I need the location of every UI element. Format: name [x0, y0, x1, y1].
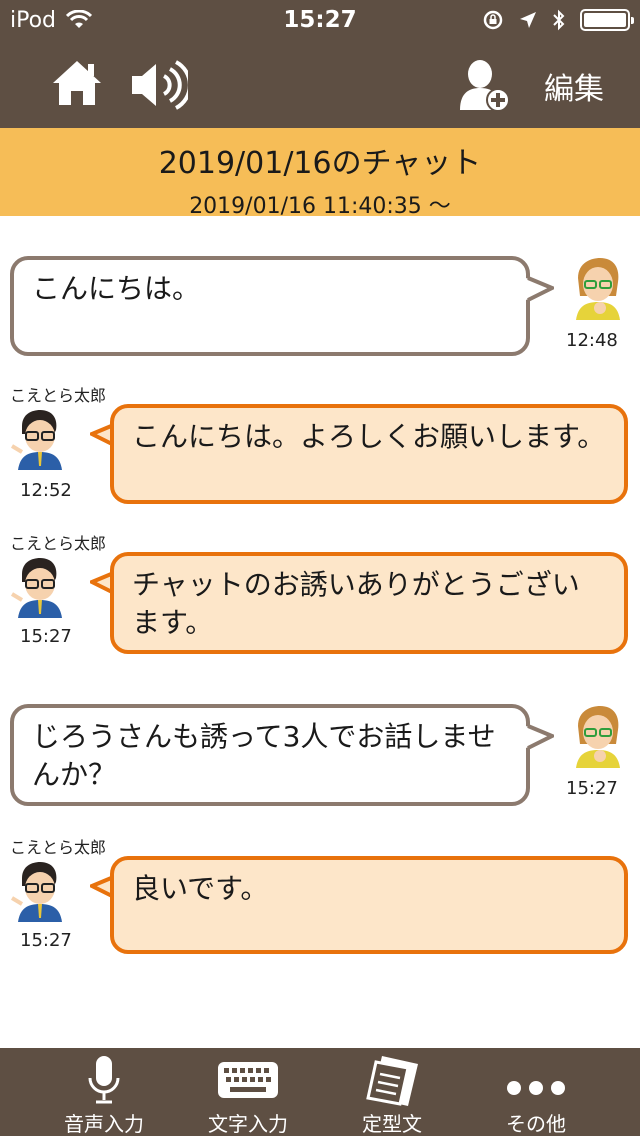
tab-more[interactable]: その他	[466, 1048, 606, 1136]
message-time: 12:48	[566, 330, 618, 351]
location-arrow-icon	[520, 12, 536, 28]
sender-avatar-icon	[10, 410, 62, 470]
message-bubble: 良いです。	[110, 856, 628, 954]
battery-icon	[580, 9, 634, 31]
rotation-lock-icon	[483, 10, 503, 30]
microphone-icon	[88, 1056, 120, 1104]
tab-text-input[interactable]: 文字入力	[178, 1048, 318, 1136]
message-bubble: チャットのお誘いありがとうございます。	[110, 552, 628, 654]
edit-button[interactable]: 編集	[544, 64, 604, 108]
my-avatar-icon	[576, 258, 620, 320]
more-dots-icon	[507, 1081, 565, 1095]
bottom-toolbar: 音声入力 文字入力 定型文 その他	[0, 1048, 640, 1136]
tab-voice-input[interactable]: 音声入力	[34, 1048, 174, 1136]
chat-title: 2019/01/16のチャット	[158, 146, 482, 181]
message-time: 15:27	[566, 778, 618, 799]
sender-avatar-icon	[10, 862, 62, 922]
message-time: 15:27	[20, 930, 72, 951]
message-bubble: こんにちは。	[10, 256, 530, 356]
template-document-icon	[366, 1056, 418, 1106]
sender-name: こえとら太郎	[10, 386, 107, 405]
sender-avatar-icon	[10, 558, 62, 618]
nav-bar: 編集	[0, 40, 640, 128]
sender-name: こえとら太郎	[10, 838, 107, 857]
message-time: 15:27	[20, 626, 72, 647]
chat-screen: iPod 15:27 編集 2019/01/16のチャット 2019/01/16…	[0, 0, 640, 1136]
message-bubble: こんにちは。よろしくお願いします。	[110, 404, 628, 504]
keyboard-icon	[218, 1062, 278, 1098]
home-icon[interactable]	[50, 58, 104, 108]
tab-label: その他	[506, 1112, 566, 1136]
tab-label: 音声入力	[64, 1112, 144, 1136]
bubble-tail	[526, 724, 554, 750]
tab-label: 文字入力	[208, 1112, 288, 1136]
tab-label: 定型文	[362, 1112, 422, 1136]
chat-start-time: 2019/01/16 11:40:35 〜	[189, 194, 451, 219]
wifi-icon	[66, 10, 93, 28]
status-bar: iPod 15:27	[0, 0, 640, 40]
my-avatar-icon	[576, 706, 620, 768]
clock: 15:27	[283, 7, 357, 33]
bubble-tail	[526, 276, 554, 302]
message-time: 12:52	[20, 480, 72, 501]
bluetooth-icon	[553, 9, 565, 31]
chat-header: 2019/01/16のチャット 2019/01/16 11:40:35 〜	[0, 128, 640, 219]
carrier-label: iPod	[10, 7, 57, 33]
tab-templates[interactable]: 定型文	[322, 1048, 462, 1136]
speaker-icon[interactable]	[128, 58, 188, 112]
sender-name: こえとら太郎	[10, 534, 107, 553]
message-bubble: じろうさんも誘って3人でお話しませんか？	[10, 704, 530, 806]
add-user-icon[interactable]	[456, 56, 512, 112]
